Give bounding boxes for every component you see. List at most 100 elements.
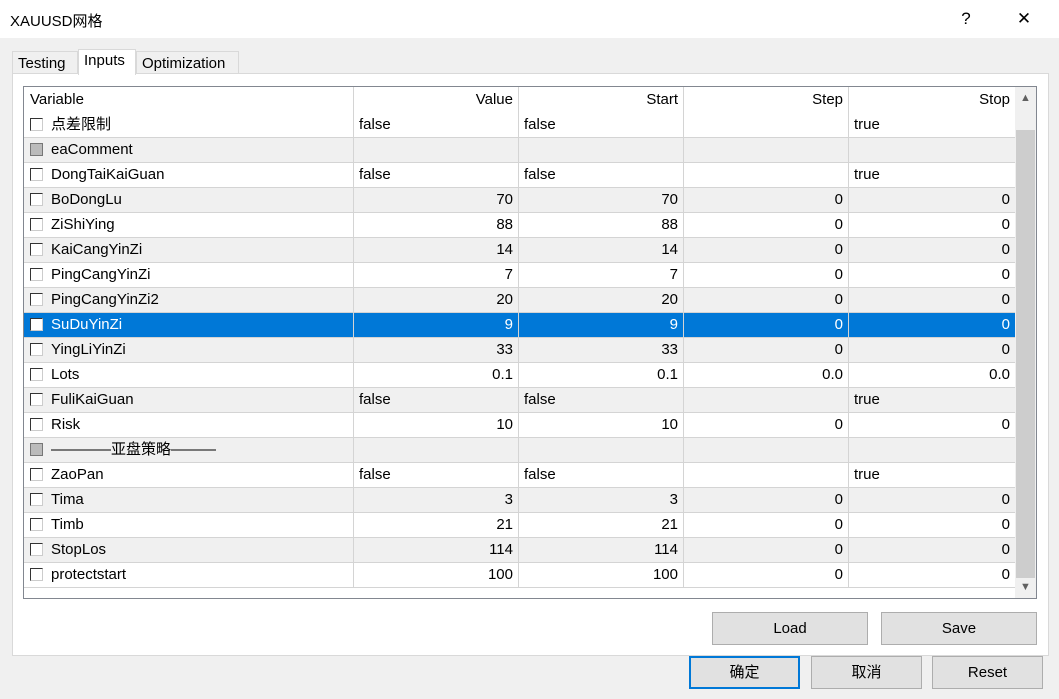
table-row[interactable]: Lots 0.1 0.1 0.0 0.0 [24, 363, 1015, 388]
step-cell[interactable]: 0 [684, 313, 849, 338]
value-cell[interactable]: 88 [354, 213, 519, 238]
start-cell[interactable]: 88 [519, 213, 684, 238]
table-row[interactable]: StopLos 114 114 0 0 [24, 538, 1015, 563]
step-cell[interactable] [684, 138, 849, 163]
stop-cell[interactable]: 0 [849, 538, 1015, 563]
step-cell[interactable]: 0 [684, 563, 849, 588]
stop-cell[interactable] [849, 438, 1015, 463]
table-row[interactable]: 点差限制 false false true [24, 113, 1015, 138]
value-cell[interactable]: false [354, 113, 519, 138]
start-cell[interactable]: false [519, 463, 684, 488]
header-stop[interactable]: Stop [849, 87, 1015, 113]
stop-cell[interactable]: true [849, 463, 1015, 488]
start-cell[interactable]: 20 [519, 288, 684, 313]
start-cell[interactable]: 9 [519, 313, 684, 338]
value-cell[interactable] [354, 438, 519, 463]
table-row[interactable]: Tima 3 3 0 0 [24, 488, 1015, 513]
start-cell[interactable] [519, 438, 684, 463]
value-cell[interactable]: 70 [354, 188, 519, 213]
header-start[interactable]: Start [519, 87, 684, 113]
stop-cell[interactable]: 0 [849, 338, 1015, 363]
start-cell[interactable]: 14 [519, 238, 684, 263]
start-cell[interactable]: 100 [519, 563, 684, 588]
table-row[interactable]: protectstart 100 100 0 0 [24, 563, 1015, 588]
step-cell[interactable] [684, 463, 849, 488]
value-cell[interactable]: 10 [354, 413, 519, 438]
step-cell[interactable] [684, 438, 849, 463]
stop-cell[interactable]: true [849, 388, 1015, 413]
step-cell[interactable]: 0 [684, 263, 849, 288]
stop-cell[interactable]: 0 [849, 263, 1015, 288]
value-cell[interactable]: false [354, 463, 519, 488]
step-cell[interactable]: 0 [684, 188, 849, 213]
step-cell[interactable]: 0 [684, 238, 849, 263]
table-row[interactable]: SuDuYinZi 9 9 0 0 [24, 313, 1015, 338]
value-cell[interactable]: false [354, 163, 519, 188]
table-row[interactable]: eaComment [24, 138, 1015, 163]
scroll-down-icon[interactable]: ▼ [1015, 578, 1036, 596]
stop-cell[interactable]: 0 [849, 488, 1015, 513]
step-cell[interactable]: 0 [684, 288, 849, 313]
value-cell[interactable]: 21 [354, 513, 519, 538]
step-cell[interactable]: 0 [684, 213, 849, 238]
stop-cell[interactable]: 0 [849, 563, 1015, 588]
start-cell[interactable]: 114 [519, 538, 684, 563]
start-cell[interactable]: false [519, 388, 684, 413]
table-row[interactable]: BoDongLu 70 70 0 0 [24, 188, 1015, 213]
stop-cell[interactable]: 0 [849, 413, 1015, 438]
stop-cell[interactable]: 0.0 [849, 363, 1015, 388]
value-cell[interactable]: 0.1 [354, 363, 519, 388]
reset-button[interactable]: Reset [932, 656, 1043, 689]
step-cell[interactable]: 0 [684, 538, 849, 563]
value-cell[interactable]: 14 [354, 238, 519, 263]
load-button[interactable]: Load [712, 612, 868, 645]
start-cell[interactable]: 21 [519, 513, 684, 538]
step-cell[interactable]: 0 [684, 338, 849, 363]
start-cell[interactable]: 3 [519, 488, 684, 513]
step-cell[interactable]: 0 [684, 413, 849, 438]
start-cell[interactable]: 10 [519, 413, 684, 438]
table-row[interactable]: ZiShiYing 88 88 0 0 [24, 213, 1015, 238]
value-cell[interactable]: 7 [354, 263, 519, 288]
scroll-up-icon[interactable]: ▲ [1015, 89, 1036, 107]
stop-cell[interactable]: true [849, 163, 1015, 188]
scroll-thumb[interactable] [1016, 130, 1035, 578]
value-cell[interactable]: 9 [354, 313, 519, 338]
start-cell[interactable]: false [519, 163, 684, 188]
vertical-scrollbar[interactable]: ▲ ▼ [1015, 87, 1036, 598]
table-row[interactable]: KaiCangYinZi 14 14 0 0 [24, 238, 1015, 263]
value-cell[interactable]: 100 [354, 563, 519, 588]
start-cell[interactable] [519, 138, 684, 163]
table-row[interactable]: FuliKaiGuan false false true [24, 388, 1015, 413]
stop-cell[interactable]: 0 [849, 313, 1015, 338]
value-cell[interactable]: 33 [354, 338, 519, 363]
table-row[interactable]: Risk 10 10 0 0 [24, 413, 1015, 438]
ok-button[interactable]: 确定 [689, 656, 800, 689]
step-cell[interactable] [684, 388, 849, 413]
value-cell[interactable]: 3 [354, 488, 519, 513]
value-cell[interactable]: false [354, 388, 519, 413]
step-cell[interactable]: 0.0 [684, 363, 849, 388]
start-cell[interactable]: 33 [519, 338, 684, 363]
value-cell[interactable] [354, 138, 519, 163]
stop-cell[interactable]: 0 [849, 513, 1015, 538]
header-value[interactable]: Value [354, 87, 519, 113]
step-cell[interactable] [684, 113, 849, 138]
step-cell[interactable]: 0 [684, 513, 849, 538]
save-button[interactable]: Save [881, 612, 1037, 645]
header-variable[interactable]: Variable [24, 87, 354, 113]
table-row[interactable]: YingLiYinZi 33 33 0 0 [24, 338, 1015, 363]
cancel-button[interactable]: 取消 [811, 656, 922, 689]
stop-cell[interactable]: 0 [849, 238, 1015, 263]
stop-cell[interactable]: 0 [849, 288, 1015, 313]
tab-testing[interactable]: Testing [12, 51, 78, 74]
start-cell[interactable]: 0.1 [519, 363, 684, 388]
start-cell[interactable]: 70 [519, 188, 684, 213]
stop-cell[interactable]: 0 [849, 213, 1015, 238]
table-row[interactable]: DongTaiKaiGuan false false true [24, 163, 1015, 188]
table-row[interactable]: ZaoPan false false true [24, 463, 1015, 488]
start-cell[interactable]: 7 [519, 263, 684, 288]
value-cell[interactable]: 114 [354, 538, 519, 563]
close-icon[interactable]: ✕ [1004, 6, 1044, 32]
header-step[interactable]: Step [684, 87, 849, 113]
